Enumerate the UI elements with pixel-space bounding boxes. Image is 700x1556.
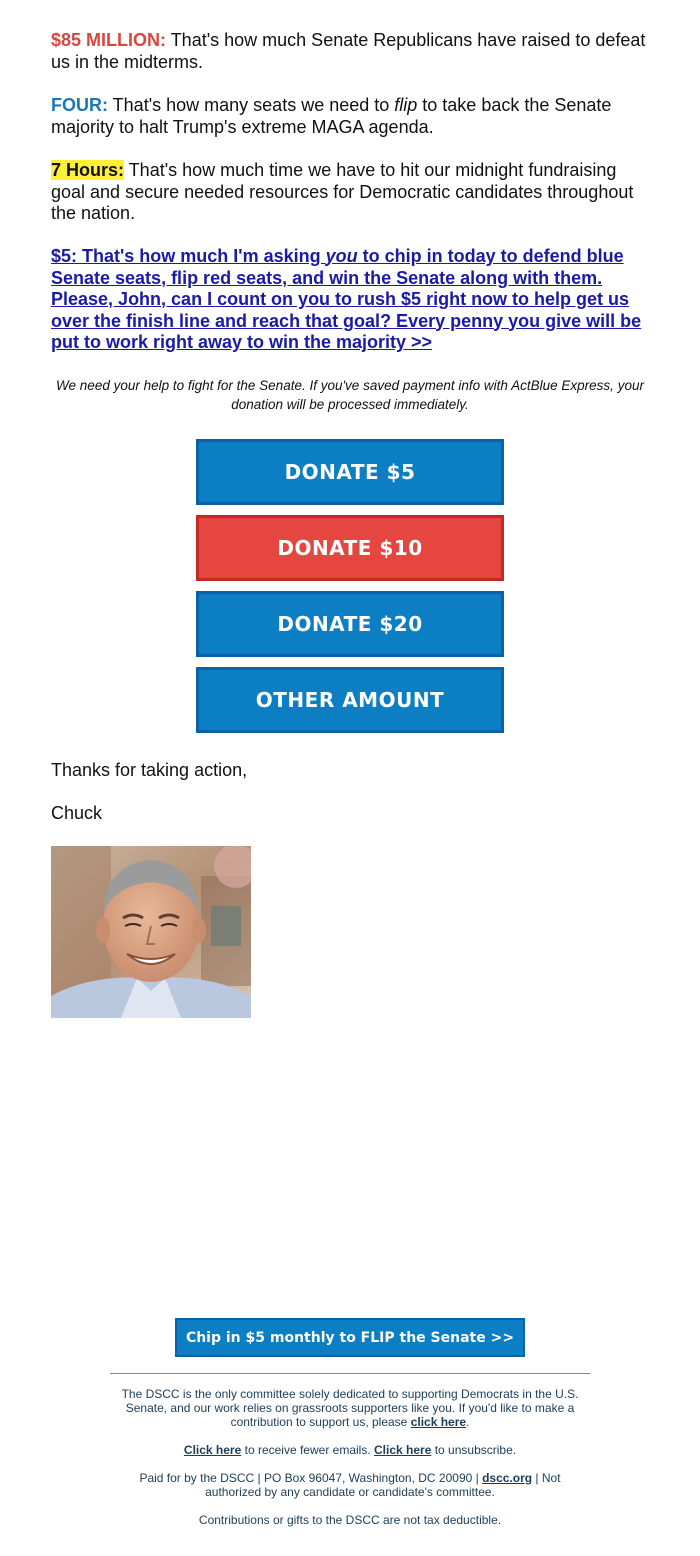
- other-amount-button[interactable]: OTHER AMOUNT: [196, 667, 504, 733]
- dscc-site-link[interactable]: dscc.org: [482, 1471, 532, 1485]
- lead-85-million: $85 MILLION:: [51, 30, 167, 50]
- donate-5-button[interactable]: DONATE $5: [196, 439, 504, 505]
- footer-paid-for: Paid for by the DSCC | PO Box 96047, Was…: [115, 1471, 585, 1499]
- paragraph-deadline: 7 Hours: That's how much time we have to…: [51, 160, 649, 225]
- donate-10-button[interactable]: DONATE $10: [196, 515, 504, 581]
- monthly-donation-button[interactable]: Chip in $5 monthly to FLIP the Senate >>: [175, 1318, 525, 1357]
- signature-name: Chuck: [51, 803, 103, 823]
- lead-four: FOUR:: [51, 95, 108, 115]
- footer-email-prefs: Click here to receive fewer emails. Clic…: [115, 1443, 585, 1457]
- donate-20-button[interactable]: DONATE $20: [196, 591, 504, 657]
- paragraph-ask: $5: That's how much I'm asking you to ch…: [51, 246, 649, 354]
- ask-text: $5: That's how much I'm asking: [51, 246, 326, 266]
- footer-about-text: The DSCC is the only committee solely de…: [121, 1387, 579, 1429]
- paragraph-text: That's how much time we have to hit our …: [51, 160, 634, 223]
- emphasis-flip: flip: [394, 95, 418, 115]
- lead-7-hours: 7 Hours:: [51, 160, 125, 180]
- thanks-text: Thanks for taking action,: [51, 760, 248, 780]
- footer-divider: [110, 1373, 590, 1374]
- actblue-note: We need your help to fight for the Senat…: [56, 378, 644, 412]
- footer-about-end: .: [466, 1415, 470, 1429]
- fewer-emails-text: to receive fewer emails.: [241, 1443, 374, 1457]
- footer-about: The DSCC is the only committee solely de…: [115, 1387, 585, 1429]
- portrait-photo: [51, 846, 251, 1018]
- paragraph-fundraising-total: $85 MILLION: That's how much Senate Repu…: [51, 30, 649, 73]
- emphasis-you: you: [325, 246, 358, 266]
- fewer-emails-link[interactable]: Click here: [184, 1443, 241, 1457]
- paragraph-text: That's how many seats we need to: [108, 95, 395, 115]
- unsubscribe-text: to unsubscribe.: [431, 1443, 517, 1457]
- paid-for-text: Paid for by the DSCC | PO Box 96047, Was…: [139, 1471, 483, 1485]
- footer-tax-note: Contributions or gifts to the DSCC are n…: [198, 1513, 502, 1527]
- donate-ask-link[interactable]: $5: That's how much I'm asking you to ch…: [51, 246, 641, 352]
- paragraph-seats-needed: FOUR: That's how many seats we need to f…: [51, 95, 649, 138]
- unsubscribe-link[interactable]: Click here: [374, 1443, 431, 1457]
- contribute-link[interactable]: click here: [411, 1415, 466, 1429]
